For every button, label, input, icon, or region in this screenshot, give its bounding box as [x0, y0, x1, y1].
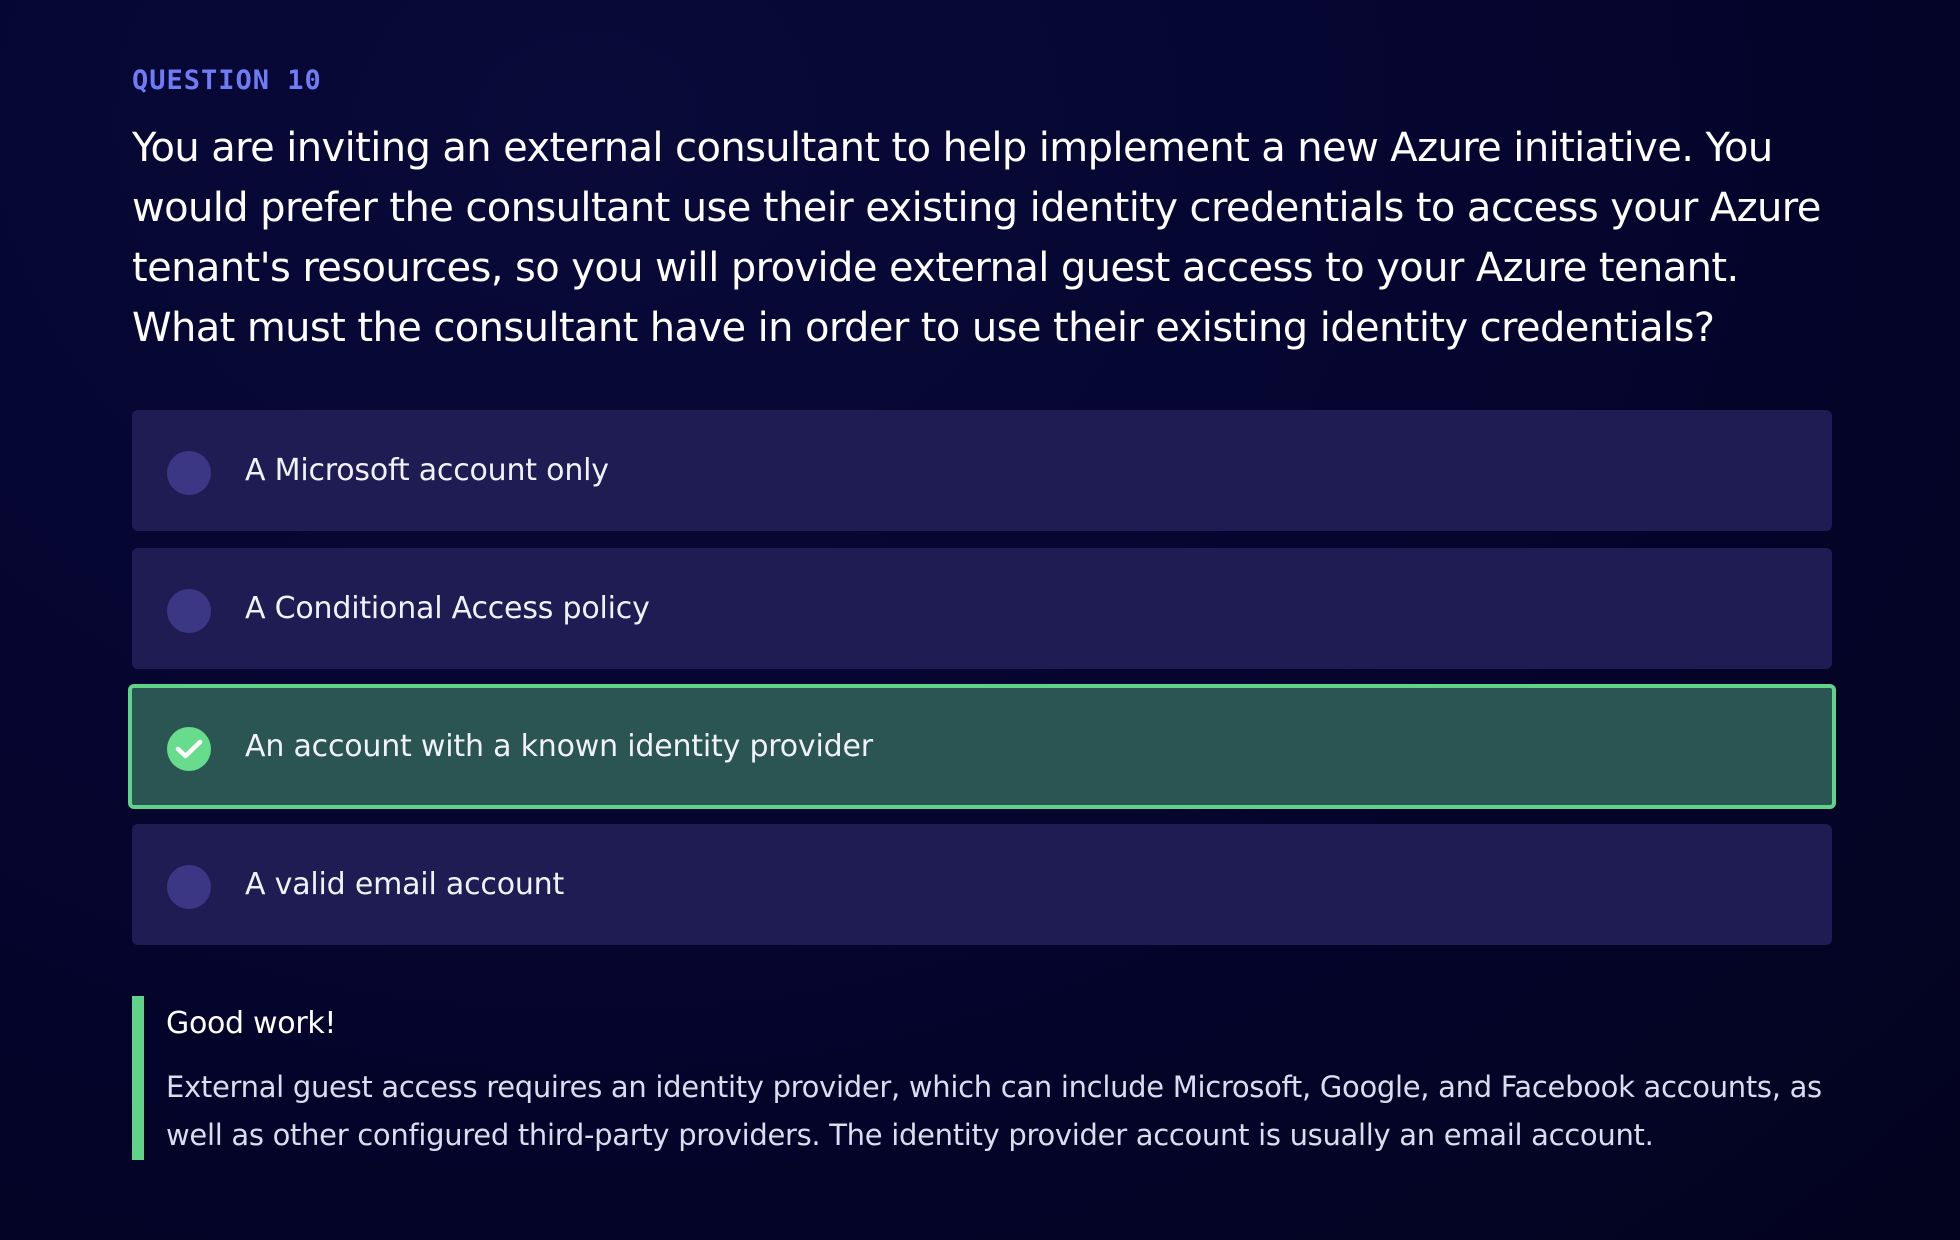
answer-option-c-correct[interactable]: An account with a known identity provide…	[128, 684, 1836, 809]
radio-circle-icon[interactable]	[167, 864, 211, 909]
feedback-callout: Good work! External guest access require…	[132, 996, 1832, 1160]
radio-circle-icon[interactable]	[167, 588, 211, 633]
answer-option-d[interactable]: A valid email account	[132, 824, 1832, 945]
question-text: You are inviting an external consultant …	[132, 125, 1821, 351]
answer-option-label: An account with a known identity provide…	[245, 729, 873, 764]
check-circle-icon[interactable]	[167, 726, 211, 771]
answer-options: A Microsoft account only A Conditional A…	[128, 410, 1836, 945]
feedback-explanation: External guest access requires an identi…	[166, 1070, 1822, 1152]
quiz-panel: QUESTION 10 You are inviting an external…	[128, 58, 1836, 1160]
feedback-title: Good work!	[166, 1006, 337, 1041]
question-number: QUESTION 10	[132, 65, 322, 96]
answer-option-a[interactable]: A Microsoft account only	[132, 410, 1832, 531]
radio-circle-icon[interactable]	[167, 450, 211, 495]
answer-option-b[interactable]: A Conditional Access policy	[132, 548, 1832, 669]
answer-option-label: A Conditional Access policy	[245, 591, 650, 626]
answer-option-label: A valid email account	[245, 867, 565, 902]
checkmark-icon	[175, 739, 203, 758]
answer-option-label: A Microsoft account only	[245, 453, 609, 488]
